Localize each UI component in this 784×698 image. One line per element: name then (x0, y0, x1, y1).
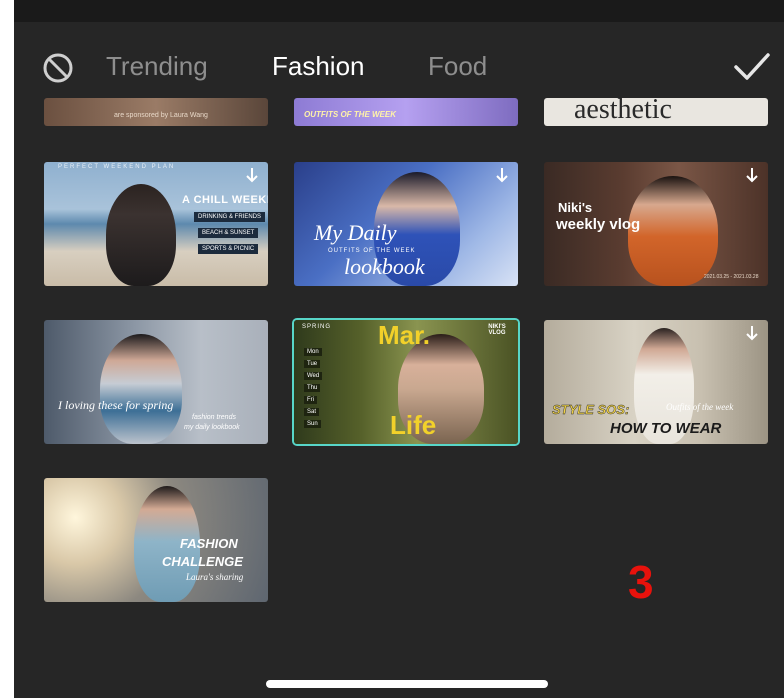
download-icon[interactable] (744, 166, 760, 184)
template-thumbnail-weekly-vlog[interactable]: Niki's weekly vlog 2021.03.25 - 2021.03.… (544, 162, 768, 286)
person-image (100, 334, 182, 444)
template-thumbnail-chill-weekend[interactable]: PERFECT WEEKEND PLAN A CHILL WEEKEND DRI… (44, 162, 268, 286)
person-image (106, 184, 176, 286)
tab-trending[interactable]: Trending (106, 51, 208, 82)
thumbnail-caption: DRINKING & FRIENDS (194, 212, 266, 222)
template-picker-panel: Trending Fashion Food are sponsored by L… (14, 0, 784, 698)
thumbnail-caption: Outfits of the week (666, 402, 734, 412)
template-thumbnail-daily-lookbook[interactable]: My Daily OUTFITS OF THE WEEK lookbook (294, 162, 518, 286)
day-label: Thu (304, 384, 321, 392)
thumbnail-caption: Laura's sharing (186, 572, 244, 582)
thumbnail-caption: PERFECT WEEKEND PLAN (58, 164, 176, 170)
thumbnail-title: STYLE SOS: (552, 402, 630, 417)
thumbnail-caption: BEACH & SUNSET (198, 228, 259, 238)
thumbnail-title: Life (390, 410, 437, 440)
thumbnail-title: HOW TO WEAR (610, 420, 722, 437)
thumbnail-title: CHALLENGE (162, 554, 243, 569)
template-thumbnail-partial-3[interactable]: aesthetic (544, 98, 768, 126)
thumbnail-caption: aesthetic (574, 98, 672, 125)
template-thumbnail-mar-life[interactable]: SPRING Mar. Life NIKI'S VLOG Mon Tue Wed… (294, 320, 518, 444)
person-image (628, 176, 718, 286)
page-number: 3 (628, 556, 654, 608)
template-thumbnail-partial-1[interactable]: are sponsored by Laura Wang (44, 98, 268, 126)
thumbnail-caption: are sponsored by Laura Wang (114, 112, 208, 119)
day-label: Wed (304, 372, 323, 380)
thumbnail-title: Niki's (558, 200, 593, 215)
day-label: Mon (304, 348, 322, 356)
download-icon[interactable] (744, 324, 760, 342)
thumbnail-caption: my daily lookbook (184, 424, 240, 431)
tab-fashion[interactable]: Fashion (272, 51, 365, 82)
day-label: Sat (304, 408, 320, 416)
thumbnail-title: lookbook (344, 254, 425, 279)
template-thumbnail-fashion-challenge[interactable]: FASHION CHALLENGE Laura's sharing (44, 478, 268, 602)
checkmark-icon[interactable] (732, 50, 772, 84)
thumbnail-date: 2021.03.25 - 2021.03.28 (704, 274, 759, 280)
day-label: Fri (304, 396, 317, 404)
prohibit-icon[interactable] (42, 52, 74, 84)
download-icon[interactable] (494, 166, 510, 184)
home-indicator[interactable] (266, 680, 548, 688)
thumbnail-tag: NIKI'S VLOG (488, 324, 506, 336)
day-label: Tue (304, 360, 321, 368)
thumbnail-title: FASHION (180, 536, 238, 551)
download-icon[interactable] (244, 166, 260, 184)
thumbnail-title: My Daily (314, 220, 397, 245)
category-tabs: Trending Fashion Food (14, 44, 784, 90)
template-thumbnail-partial-2[interactable]: OUTFITS OF THE WEEK (294, 98, 518, 126)
thumbnail-title: A CHILL WEEKEND (182, 194, 268, 206)
day-label: Sun (304, 420, 321, 428)
template-thumbnail-style-sos[interactable]: STYLE SOS: HOW TO WEAR Outfits of the we… (544, 320, 768, 444)
thumbnail-caption: OUTFITS OF THE WEEK (304, 110, 396, 119)
thumbnail-title: I loving these for spring (58, 398, 174, 412)
thumbnail-caption: fashion trends (192, 414, 236, 421)
tab-food[interactable]: Food (428, 51, 487, 82)
thumbnail-caption: SPORTS & PICNIC (198, 244, 259, 254)
thumbnail-title: weekly vlog (556, 216, 641, 233)
top-strip (14, 0, 784, 22)
thumbnail-caption: SPRING (302, 324, 332, 330)
thumbnail-title: Mar. (378, 320, 431, 350)
template-thumbnail-spring-lookbook[interactable]: I loving these for spring fashion trends… (44, 320, 268, 444)
